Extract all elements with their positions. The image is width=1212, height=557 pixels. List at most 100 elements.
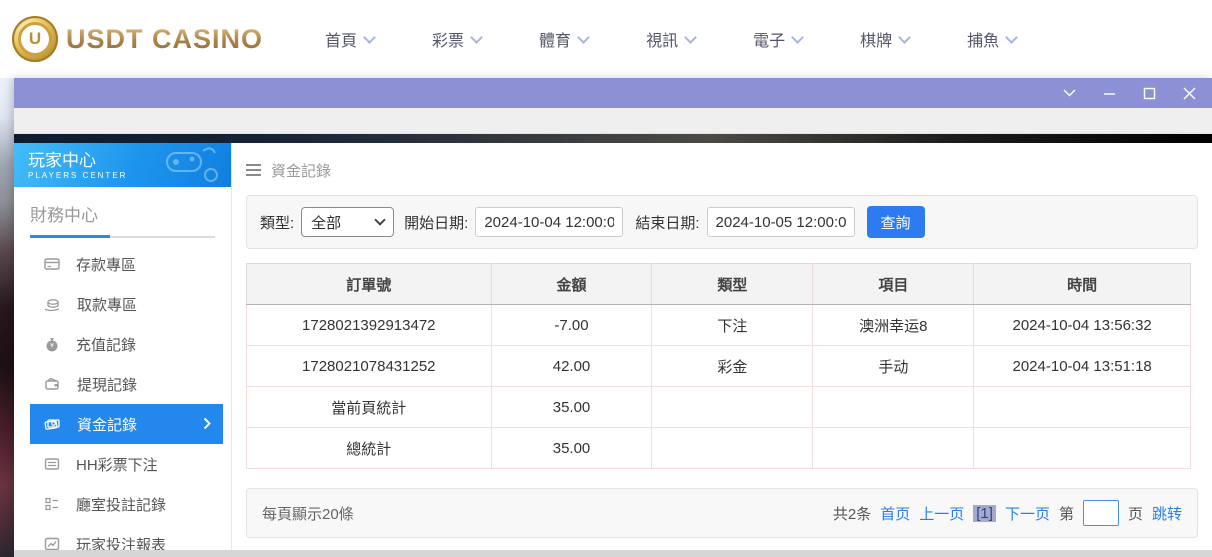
window-bottom-edge bbox=[14, 550, 1212, 557]
nav-item-home[interactable]: 首頁 bbox=[325, 27, 374, 51]
sidebar-item-hh-lottery-bets[interactable]: HH彩票下注 bbox=[30, 444, 223, 484]
chevron-down-icon bbox=[577, 31, 590, 44]
cell-type bbox=[652, 387, 813, 428]
end-date-label: 結束日期: bbox=[635, 212, 699, 233]
cell-time bbox=[974, 428, 1191, 469]
table-row-grand-total: 總統計 35.00 bbox=[247, 428, 1191, 469]
sidebar-item-room-bet-record[interactable]: 廳室投註記錄 bbox=[30, 484, 223, 524]
type-select[interactable]: 全部 bbox=[301, 207, 394, 237]
search-button[interactable]: 查詢 bbox=[867, 206, 925, 238]
close-icon bbox=[1183, 87, 1196, 100]
player-report-icon bbox=[44, 536, 60, 551]
room-bet-icon bbox=[44, 496, 60, 512]
chevron-down-icon bbox=[1005, 31, 1018, 44]
window-maximize-button[interactable] bbox=[1142, 86, 1156, 100]
window-close-button[interactable] bbox=[1182, 86, 1196, 100]
nav-item-boardgames[interactable]: 棋牌 bbox=[860, 27, 909, 51]
jump-suffix-label: 页 bbox=[1128, 503, 1143, 524]
coin-letter: U bbox=[18, 22, 52, 56]
nav-item-slots[interactable]: 電子 bbox=[753, 27, 802, 51]
sidebar-item-label: HH彩票下注 bbox=[76, 454, 158, 475]
type-select-value: 全部 bbox=[311, 212, 341, 233]
nav-item-fishing[interactable]: 捕魚 bbox=[967, 27, 1016, 51]
coin-logo-icon: U bbox=[12, 16, 58, 62]
menu-toggle-icon[interactable] bbox=[246, 164, 261, 176]
cell-time: 2024-10-04 13:51:18 bbox=[974, 346, 1191, 387]
sidebar: 玩家中心 PLAYERS CENTER 財務中心 存款專區 bbox=[14, 143, 232, 551]
site-logo[interactable]: U USDT CASINO bbox=[12, 16, 263, 62]
prev-page-link[interactable]: 上一页 bbox=[919, 503, 964, 524]
sidebar-item-withdraw[interactable]: 取款專區 bbox=[30, 284, 223, 324]
cell-type: 彩金 bbox=[652, 346, 813, 387]
cell-amount: -7.00 bbox=[491, 305, 652, 346]
withdraw-hand-icon bbox=[44, 296, 61, 312]
window-subheader bbox=[14, 108, 1212, 134]
nav-item-sports[interactable]: 體育 bbox=[539, 27, 588, 51]
sidebar-item-recharge-record[interactable]: ¥ 充值記錄 bbox=[30, 324, 223, 364]
gamepad-icon bbox=[159, 147, 223, 185]
sidebar-item-label: 玩家投注報表 bbox=[76, 534, 166, 552]
cell-item: 手动 bbox=[813, 346, 974, 387]
page-number-input[interactable] bbox=[1083, 500, 1119, 526]
funds-record-table: 訂單號 金額 類型 項目 時間 1728021392913472 -7.00 下… bbox=[246, 263, 1191, 469]
cell-order: 當前頁統計 bbox=[247, 387, 492, 428]
chevron-down-icon bbox=[898, 31, 911, 44]
nav-label: 首頁 bbox=[325, 27, 357, 51]
col-header-item: 項目 bbox=[813, 264, 974, 305]
cell-amount: 35.00 bbox=[491, 387, 652, 428]
nav-label: 視訊 bbox=[646, 27, 678, 51]
end-date-input[interactable] bbox=[707, 207, 855, 237]
cell-item: 澳洲幸运8 bbox=[813, 305, 974, 346]
sidebar-item-player-bet-report[interactable]: 玩家投注報表 bbox=[30, 524, 223, 551]
window-titlebar[interactable] bbox=[14, 78, 1212, 108]
total-count-text: 共2条 bbox=[833, 503, 871, 524]
table-header-row: 訂單號 金額 類型 項目 時間 bbox=[247, 264, 1191, 305]
cell-item bbox=[813, 387, 974, 428]
sidebar-item-deposit[interactable]: 存款專區 bbox=[30, 244, 223, 284]
maximize-icon bbox=[1143, 87, 1156, 100]
window-minimize-button[interactable] bbox=[1102, 86, 1116, 100]
chevron-down-icon bbox=[375, 214, 386, 225]
background-page-strip bbox=[0, 78, 14, 557]
sidebar-item-withdrawal-record[interactable]: 提現記錄 bbox=[30, 364, 223, 404]
sidebar-item-label: 資金記錄 bbox=[77, 414, 137, 435]
pagination-controls: 共2条 首页 上一页 [1] 下一页 第 页 跳转 bbox=[833, 500, 1182, 526]
player-center-window: 玩家中心 PLAYERS CENTER 財務中心 存款專區 bbox=[14, 78, 1212, 557]
nav-item-lottery[interactable]: 彩票 bbox=[432, 27, 481, 51]
sidebar-item-funds-record[interactable]: 資金記錄 bbox=[30, 404, 223, 444]
type-label: 類型: bbox=[260, 212, 294, 233]
chevron-down-icon bbox=[470, 31, 483, 44]
next-page-link[interactable]: 下一页 bbox=[1005, 503, 1050, 524]
lottery-bet-icon bbox=[44, 456, 60, 472]
funds-record-icon bbox=[44, 416, 61, 432]
cell-item bbox=[813, 428, 974, 469]
nav-label: 捕魚 bbox=[967, 27, 999, 51]
jump-button[interactable]: 跳转 bbox=[1152, 503, 1182, 524]
nav-label: 棋牌 bbox=[860, 27, 892, 51]
window-collapse-button[interactable] bbox=[1062, 86, 1076, 100]
nav-item-video[interactable]: 視訊 bbox=[646, 27, 695, 51]
main-panel: 資金記錄 類型: 全部 開始日期: 結束日期: 查詢 bbox=[232, 143, 1212, 551]
nav-label: 彩票 bbox=[432, 27, 464, 51]
site-header: U USDT CASINO 首頁 彩票 體育 視訊 電子 bbox=[0, 0, 1212, 78]
cell-time bbox=[974, 387, 1191, 428]
start-date-label: 開始日期: bbox=[404, 212, 468, 233]
minimize-icon bbox=[1103, 87, 1116, 100]
banner-strip bbox=[14, 134, 1212, 143]
sidebar-header: 玩家中心 PLAYERS CENTER bbox=[14, 143, 231, 187]
sidebar-item-label: 提現記錄 bbox=[77, 374, 137, 395]
cell-amount: 35.00 bbox=[491, 428, 652, 469]
cell-order: 1728021078431252 bbox=[247, 346, 492, 387]
start-date-input[interactable] bbox=[475, 207, 623, 237]
first-page-link[interactable]: 首页 bbox=[880, 503, 910, 524]
col-header-type: 類型 bbox=[652, 264, 813, 305]
table-row-page-total: 當前頁統計 35.00 bbox=[247, 387, 1191, 428]
cell-type: 下注 bbox=[652, 305, 813, 346]
pagination-bar: 每頁顯示20條 共2条 首页 上一页 [1] 下一页 第 页 跳转 bbox=[246, 488, 1198, 538]
cell-amount: 42.00 bbox=[491, 346, 652, 387]
nav-label: 電子 bbox=[753, 27, 785, 51]
cell-order: 1728021392913472 bbox=[247, 305, 492, 346]
sidebar-item-label: 存款專區 bbox=[76, 254, 136, 275]
recharge-bag-icon: ¥ bbox=[44, 336, 60, 352]
window-content: 玩家中心 PLAYERS CENTER 財務中心 存款專區 bbox=[14, 143, 1212, 551]
